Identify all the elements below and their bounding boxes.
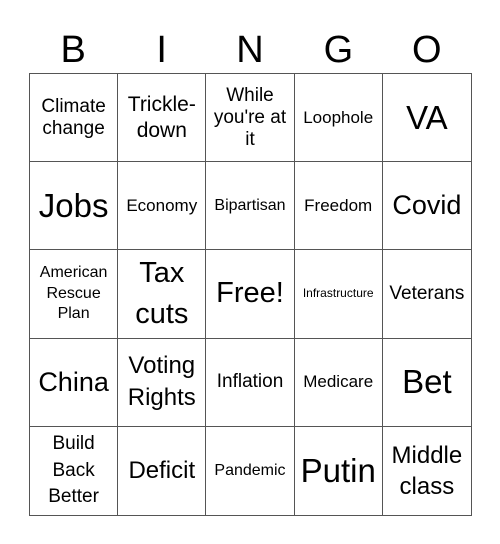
header-letter-i: I (156, 29, 167, 71)
bingo-cell[interactable]: Trickle-down (118, 74, 207, 163)
bingo-cell[interactable]: Build Back Better (30, 426, 119, 515)
header-letter-g: G (323, 29, 354, 71)
header-letter-b: B (60, 29, 86, 71)
bingo-cell[interactable]: Tax cuts (118, 250, 207, 339)
bingo-cell[interactable]: Pandemic (206, 426, 295, 515)
bingo-cell[interactable]: Putin (295, 426, 383, 515)
bingo-cell[interactable]: Bet (382, 339, 471, 427)
bingo-cell[interactable]: Loophole (294, 74, 383, 163)
header-letter-o: O (412, 29, 442, 71)
bingo-cell[interactable]: China (30, 338, 119, 427)
header-letter-n: N (236, 29, 264, 71)
bingo-cell[interactable]: Infrastructure (294, 250, 383, 339)
bingo-cell[interactable]: Climate change (30, 74, 119, 163)
bingo-cell[interactable]: VA (382, 74, 471, 163)
bingo-cell[interactable]: Jobs (30, 162, 119, 251)
bingo-cell[interactable]: Free! (206, 250, 295, 339)
bingo-cell[interactable]: American Rescue Plan (30, 250, 119, 339)
bingo-cell[interactable]: Economy (118, 162, 207, 251)
bingo-cell[interactable]: Medicare (294, 338, 383, 427)
bingo-cell[interactable]: Bipartisan (206, 162, 295, 251)
bingo-cell[interactable]: Deficit (118, 426, 207, 515)
bingo-grid: Climate change Trickle-down While you're… (29, 73, 472, 516)
bingo-cell[interactable]: Middle class (383, 427, 471, 515)
bingo-cell[interactable]: Voting Rights (118, 338, 207, 427)
bingo-cell[interactable]: Freedom (294, 162, 383, 251)
bingo-cell[interactable]: Covid (382, 162, 471, 251)
bingo-cell[interactable]: Veterans (382, 250, 471, 339)
bingo-header: B I N G O (29, 28, 471, 72)
bingo-cell[interactable]: Inflation (206, 338, 295, 427)
bingo-cell[interactable]: While you're at it (206, 74, 295, 163)
